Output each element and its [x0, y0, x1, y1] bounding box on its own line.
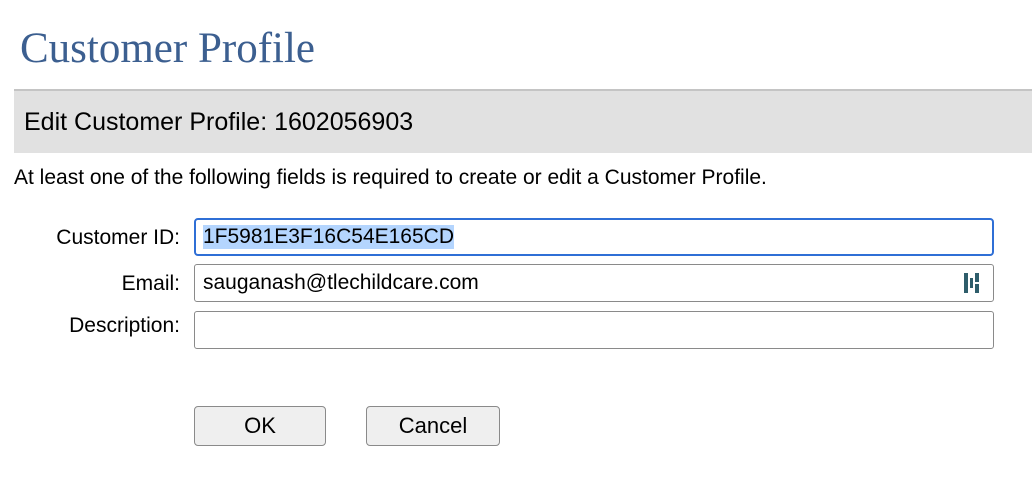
section-title: Edit Customer Profile: 1602056903	[24, 108, 414, 136]
keeper-icon[interactable]	[962, 271, 984, 295]
ok-button[interactable]: OK	[194, 406, 326, 446]
email-label: Email:	[121, 272, 180, 295]
customer-id-value: 1F5981E3F16C54E165CD	[203, 225, 454, 249]
section-header: Edit Customer Profile: 1602056903	[14, 89, 1032, 153]
description-label: Description:	[69, 314, 180, 337]
description-field[interactable]	[194, 311, 994, 349]
customer-id-field[interactable]: 1F5981E3F16C54E165CD	[194, 218, 994, 256]
instructions-text: At least one of the following fields is …	[14, 166, 767, 189]
email-field[interactable]: sauganash@tlechildcare.com	[194, 264, 994, 302]
email-value: sauganash@tlechildcare.com	[203, 271, 479, 294]
customer-id-label: Customer ID:	[56, 226, 180, 249]
page-title: Customer Profile	[20, 25, 315, 72]
cancel-button[interactable]: Cancel	[366, 406, 500, 446]
